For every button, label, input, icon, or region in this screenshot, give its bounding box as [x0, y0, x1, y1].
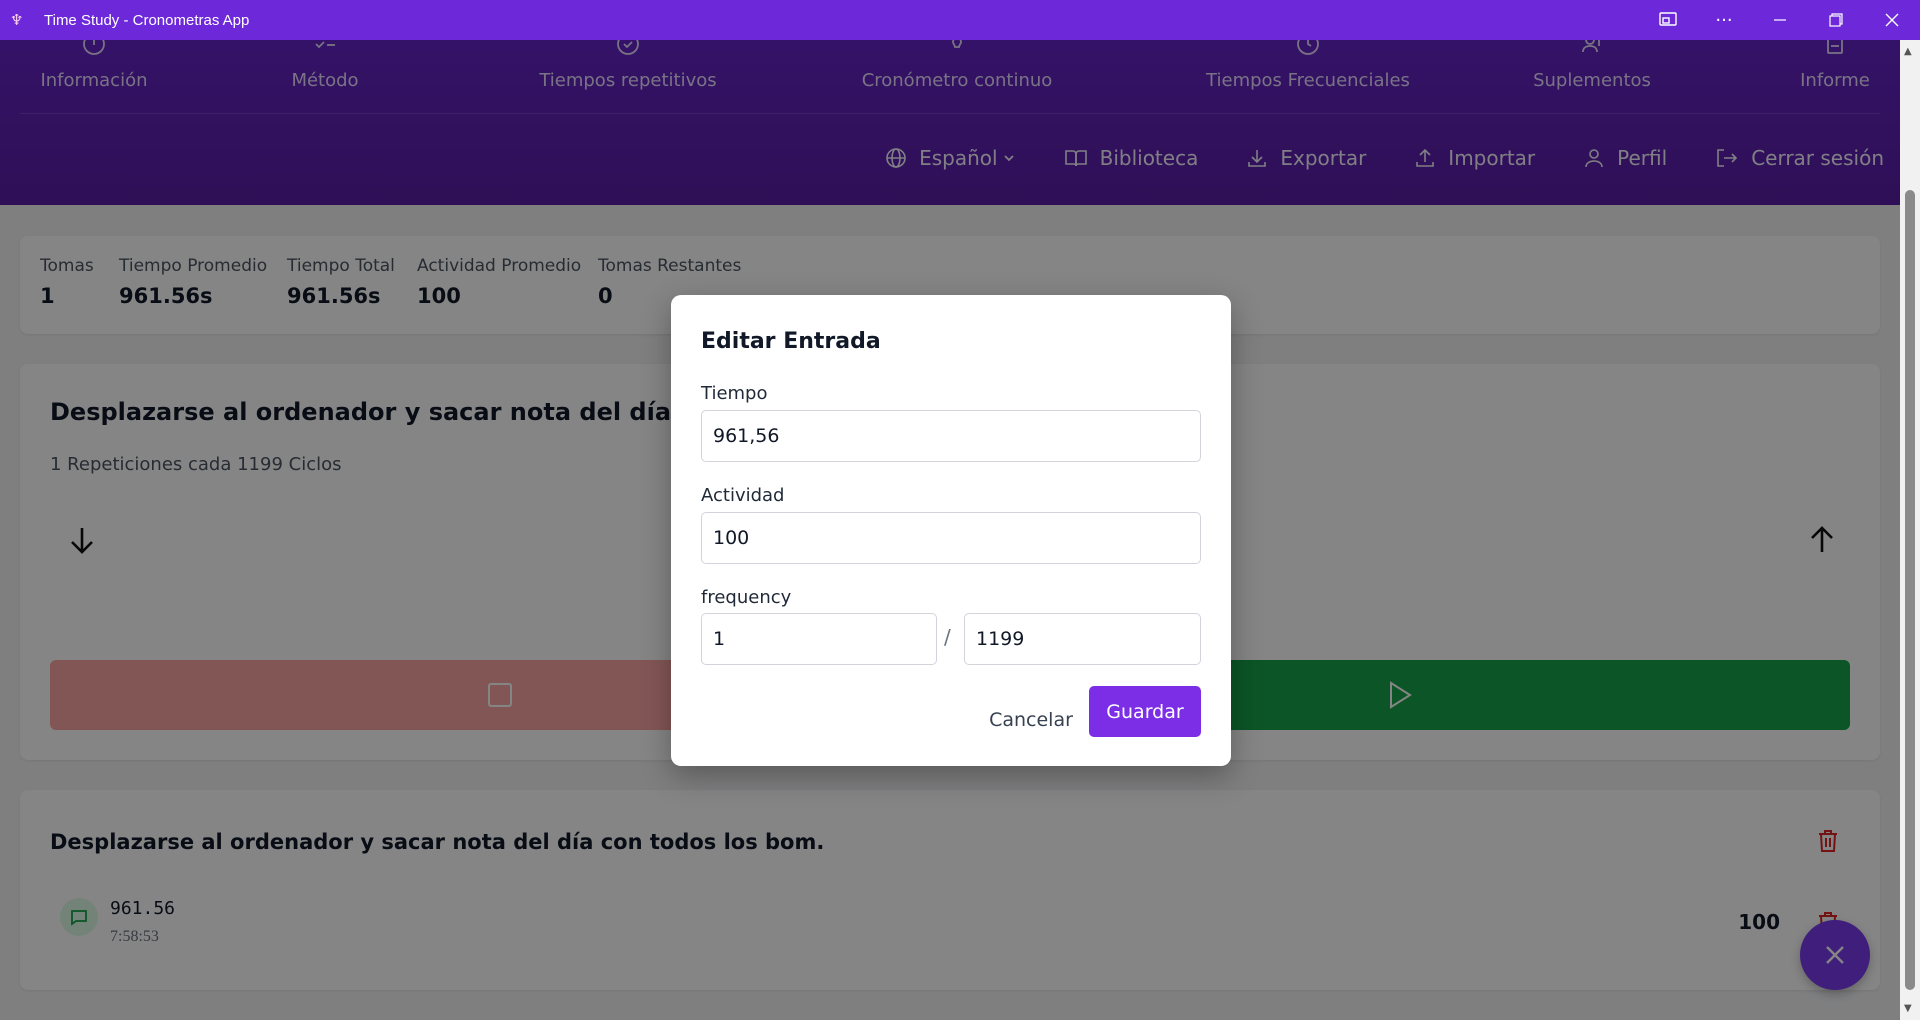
scroll-down-icon[interactable]: ▼: [1904, 1003, 1912, 1014]
app-logo-icon: ♆: [10, 11, 24, 29]
dialog-title: Editar Entrada: [701, 329, 881, 354]
cancel-button[interactable]: Cancelar: [971, 695, 1091, 745]
edit-entry-dialog: Editar Entrada Tiempo 961,56 Actividad 1…: [671, 295, 1231, 766]
activity-input[interactable]: 100: [701, 512, 1201, 564]
close-icon[interactable]: [1864, 0, 1920, 40]
time-label: Tiempo: [701, 383, 768, 404]
frequency-separator: /: [944, 625, 951, 649]
window-title: Time Study - Cronometras App: [44, 11, 250, 29]
frequency-label: frequency: [701, 587, 792, 608]
screencast-icon[interactable]: [1640, 0, 1696, 40]
window-controls: ···: [1640, 0, 1920, 40]
save-button[interactable]: Guardar: [1089, 686, 1201, 737]
title-bar: ♆ Time Study - Cronometras App ···: [0, 0, 1920, 40]
activity-label: Actividad: [701, 485, 785, 506]
more-icon[interactable]: ···: [1696, 0, 1752, 40]
restore-icon[interactable]: [1808, 0, 1864, 40]
scrollbar[interactable]: ▲ ▼: [1900, 40, 1920, 1020]
scroll-up-icon[interactable]: ▲: [1904, 46, 1912, 57]
frequency-denominator-input[interactable]: 1199: [964, 613, 1201, 665]
time-input[interactable]: 961,56: [701, 410, 1201, 462]
frequency-numerator-input[interactable]: 1: [701, 613, 937, 665]
scrollbar-thumb[interactable]: [1905, 190, 1915, 990]
minimize-icon[interactable]: [1752, 0, 1808, 40]
